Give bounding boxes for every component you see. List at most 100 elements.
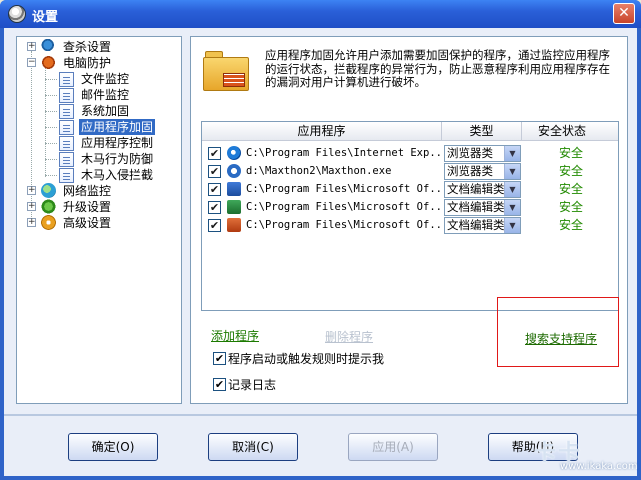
column-header-application[interactable]: 应用程序 (202, 122, 442, 141)
type-select-value: 文档编辑类 (447, 218, 505, 232)
app-path: C:\Program Files\Microsoft Of... (246, 183, 442, 195)
tree-guide-line (45, 159, 57, 160)
maxthon-icon (227, 164, 241, 178)
chevron-down-icon[interactable]: ▼ (504, 146, 520, 161)
tree-item-label: 高级设置 (63, 216, 112, 230)
document-icon (59, 104, 74, 119)
status-label: 安全 (558, 164, 583, 178)
word-icon (227, 182, 241, 196)
row-checkbox[interactable]: ✔ (208, 201, 221, 214)
powerpoint-icon (227, 218, 241, 232)
status-label: 安全 (558, 146, 583, 160)
type-select[interactable]: 文档编辑类 ▼ (444, 217, 521, 234)
shield-icon (41, 55, 56, 70)
tree-guide-line (45, 143, 57, 144)
tree-guide-line (31, 51, 32, 221)
table-row[interactable]: ✔ C:\Program Files\Microsoft Of... 文档编辑类… (202, 216, 618, 234)
tree-item-label: 电脑防护 (63, 56, 112, 70)
type-select[interactable]: 浏览器类 ▼ (444, 163, 521, 180)
document-icon (59, 88, 74, 103)
status-label: 安全 (558, 200, 583, 214)
gear-icon (41, 215, 56, 230)
app-path: C:\Program Files\Microsoft Of... (246, 201, 442, 213)
globe-icon (41, 183, 56, 198)
prompt-on-rule-label: 程序启动或触发规则时提示我 (228, 352, 385, 366)
tree-item-label: 木马行为防御 (81, 152, 154, 166)
prompt-on-rule-checkbox[interactable]: ✔ (213, 352, 226, 365)
table-row[interactable]: ✔ d:\Maxthon2\Maxthon.exe 浏览器类 ▼ 安全 (202, 162, 618, 180)
tree-guide-line (45, 67, 46, 177)
type-select-value: 浏览器类 (447, 164, 493, 178)
document-icon (59, 120, 74, 135)
tree-item-label: 系统加固 (81, 104, 130, 118)
settings-window: 设置 ✕ + 查杀设置 − 电脑防护 文件监控 邮件监控 系统加固 应用程序加固… (0, 0, 641, 480)
row-checkbox[interactable]: ✔ (208, 183, 221, 196)
tree-item-label: 查杀设置 (63, 40, 112, 54)
site-watermark: 卡卡 www.ikaka.com (498, 433, 641, 473)
app-hardening-panel: 应用程序加固允许用户添加需要加固保护的程序，通过监控应用程序的运行状态，拦截程序… (190, 36, 628, 404)
row-checkbox[interactable]: ✔ (208, 165, 221, 178)
expand-icon[interactable]: + (27, 218, 36, 227)
record-log-checkbox[interactable]: ✔ (213, 378, 226, 391)
tree-item-label: 文件监控 (81, 72, 130, 86)
type-select-value: 浏览器类 (447, 146, 493, 160)
tree-guide-line (45, 95, 57, 96)
column-header-type[interactable]: 类型 (442, 122, 522, 141)
tree-item-label: 升级设置 (63, 200, 112, 214)
chevron-down-icon[interactable]: ▼ (504, 218, 520, 233)
record-log-label: 记录日志 (228, 378, 277, 392)
type-select[interactable]: 浏览器类 ▼ (444, 145, 521, 162)
delete-program-link[interactable]: 删除程序 (325, 328, 373, 345)
document-icon (59, 72, 74, 87)
panel-description: 应用程序加固允许用户添加需要加固保护的程序，通过监控应用程序的运行状态，拦截程序… (265, 48, 610, 89)
tree-guide-line (45, 127, 57, 128)
window-title: 设置 (32, 10, 59, 25)
chevron-down-icon[interactable]: ▼ (504, 164, 520, 179)
type-select[interactable]: 文档编辑类 ▼ (444, 199, 521, 216)
table-row[interactable]: ✔ C:\Program Files\Internet Exp... 浏览器类 … (202, 144, 618, 162)
expand-icon[interactable]: + (27, 42, 36, 51)
title-bar[interactable]: 设置 ✕ (0, 0, 641, 28)
tree-item-label: 木马入侵拦截 (81, 168, 154, 182)
column-header-status[interactable]: 安全状态 (522, 122, 602, 141)
document-icon (59, 152, 74, 167)
app-path: d:\Maxthon2\Maxthon.exe (246, 165, 392, 177)
row-checkbox[interactable]: ✔ (208, 147, 221, 160)
table-row[interactable]: ✔ C:\Program Files\Microsoft Of... 文档编辑类… (202, 198, 618, 216)
search-supported-programs-link[interactable]: 搜索支持程序 (525, 330, 597, 347)
settings-tree: + 查杀设置 − 电脑防护 文件监控 邮件监控 系统加固 应用程序加固 应用程序… (16, 36, 182, 404)
status-label: 安全 (558, 218, 583, 232)
app-logo-icon (8, 5, 26, 23)
chevron-down-icon[interactable]: ▼ (504, 182, 520, 197)
tree-item-label: 应用程序控制 (81, 136, 154, 150)
tree-guide-line (45, 79, 57, 80)
collapse-icon[interactable]: − (27, 58, 36, 67)
tree-item-label: 邮件监控 (81, 88, 130, 102)
tree-guide-line (45, 175, 57, 176)
search-icon (41, 39, 56, 54)
type-select-value: 文档编辑类 (447, 200, 505, 214)
dialog-body: + 查杀设置 − 电脑防护 文件监控 邮件监控 系统加固 应用程序加固 应用程序… (4, 28, 638, 476)
app-path: C:\Program Files\Internet Exp... (246, 147, 442, 159)
footer-divider (4, 414, 637, 416)
expand-icon[interactable]: + (27, 186, 36, 195)
apply-button[interactable]: 应用(A) (348, 433, 438, 461)
tree-guide-line (45, 111, 57, 112)
type-select-value: 文档编辑类 (447, 182, 505, 196)
expand-icon[interactable]: + (27, 202, 36, 211)
tree-item-label: 网络监控 (63, 184, 112, 198)
ie-icon (227, 146, 241, 160)
chevron-down-icon[interactable]: ▼ (504, 200, 520, 215)
document-icon (59, 136, 74, 151)
ok-button[interactable]: 确定(O) (68, 433, 158, 461)
table-header: 应用程序 类型 安全状态 (202, 122, 618, 141)
type-select[interactable]: 文档编辑类 ▼ (444, 181, 521, 198)
add-program-link[interactable]: 添加程序 (211, 327, 259, 344)
close-button[interactable]: ✕ (613, 3, 635, 24)
table-row[interactable]: ✔ C:\Program Files\Microsoft Of... 文档编辑类… (202, 180, 618, 198)
row-checkbox[interactable]: ✔ (208, 219, 221, 232)
protected-apps-table: 应用程序 类型 安全状态 ✔ C:\Program Files\Internet… (201, 121, 619, 311)
cancel-button[interactable]: 取消(C) (208, 433, 298, 461)
app-path: C:\Program Files\Microsoft Of... (246, 219, 442, 231)
status-label: 安全 (558, 182, 583, 196)
